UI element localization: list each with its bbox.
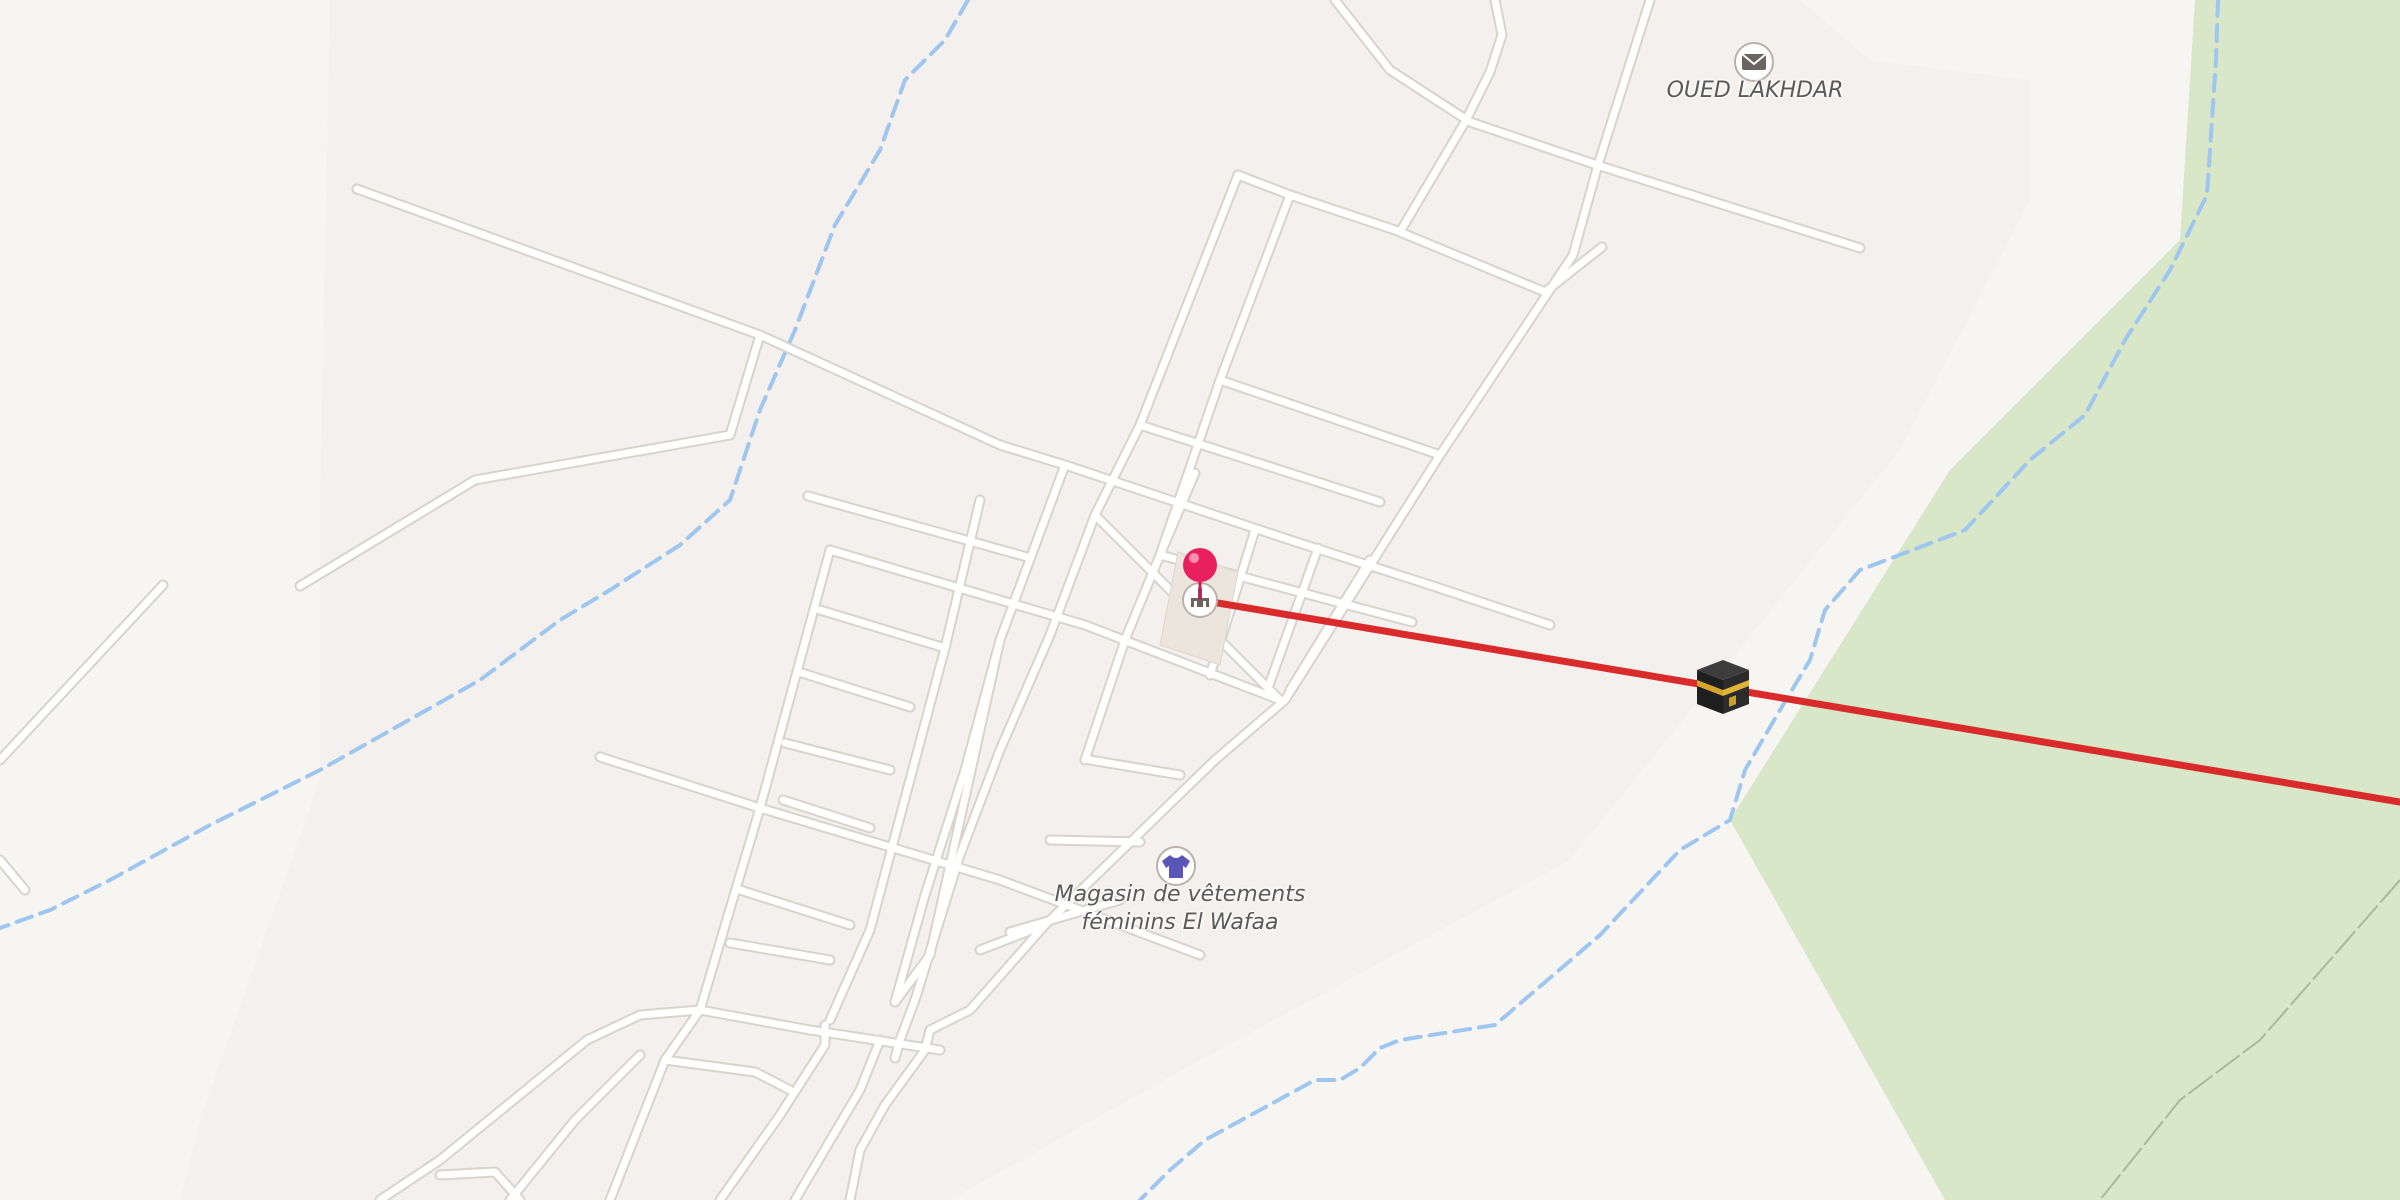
village-label: OUED LAKHDAR xyxy=(1645,77,1865,105)
kaaba-icon[interactable] xyxy=(1697,660,1749,714)
shop-name-line2: féminins El Wafaa xyxy=(1081,909,1279,935)
shop-label: Magasin de vêtements féminins El Wafaa xyxy=(1020,881,1340,936)
post-office-icon[interactable] xyxy=(1734,42,1774,82)
village-name: OUED LAKHDAR xyxy=(1666,78,1844,103)
map-canvas[interactable] xyxy=(0,0,2400,1200)
shop-name-line1: Magasin de vêtements xyxy=(1054,882,1306,907)
clothes-shop-icon[interactable] xyxy=(1156,846,1196,886)
